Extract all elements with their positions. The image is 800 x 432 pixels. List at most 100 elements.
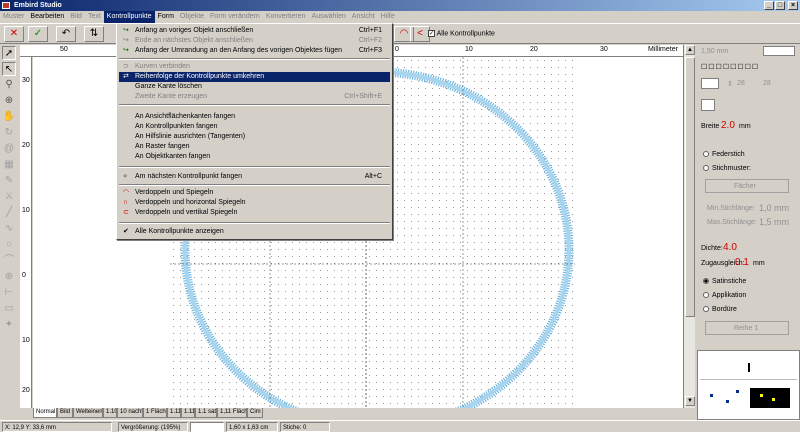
menu-item-label: Verdoppeln und Spiegeln xyxy=(135,189,214,196)
menu-bearbeiten[interactable]: Bearbeiten xyxy=(27,11,67,23)
eraser-icon[interactable]: ▭ xyxy=(2,302,16,316)
tab-normal[interactable]: Normal xyxy=(33,408,57,418)
ruler-h-label: 10 xyxy=(465,46,473,53)
menu-objekte[interactable]: Objekte xyxy=(177,11,207,23)
tab-welteinen[interactable]: Welteinen xyxy=(73,408,103,418)
menu-hilfe[interactable]: Hilfe xyxy=(378,11,398,23)
checkbox-icon[interactable]: ✓ xyxy=(428,30,435,37)
style-toggle-row[interactable]: ☐☐☐☐☐☐☐☐ xyxy=(701,63,759,71)
menu-item-snap-grid[interactable]: An Raster fangen xyxy=(119,142,390,152)
arc-right-icon[interactable]: < xyxy=(410,26,430,42)
menu-item-align-guide[interactable]: An Hilfslinie ausrichten (Tangenten) xyxy=(119,132,390,142)
applikation-radio[interactable] xyxy=(703,292,709,299)
cancel-icon[interactable]: ✕ xyxy=(4,26,24,42)
tab-item[interactable]: 1.10 xyxy=(103,408,117,418)
select-arrow-icon[interactable]: ➚ xyxy=(2,46,16,60)
scroll-up-icon[interactable]: ▲ xyxy=(685,45,695,55)
line-icon[interactable]: ╱ xyxy=(2,206,16,220)
all-points-toggle[interactable]: ✓ Alle Kontrollpunkte xyxy=(428,30,495,37)
tab-item[interactable]: 1.1 satt xyxy=(195,408,217,418)
magic-icon[interactable]: ✦ xyxy=(2,318,16,332)
menu-item-snap-view[interactable]: An Ansichtflächenkanten fangen xyxy=(119,112,390,122)
tab-item[interactable]: 1 Fläche xyxy=(143,408,167,418)
mirror-v-icon: ⊂ xyxy=(123,209,129,216)
minimize-icon[interactable]: _ xyxy=(764,1,774,10)
menu-item-label: Reihenfolge der Kontrollpunkte umkehren xyxy=(135,73,265,80)
menu-text[interactable]: Text xyxy=(85,11,104,23)
zoom-area-icon[interactable]: ⊕ xyxy=(2,94,16,108)
tab-item[interactable]: 1.11 xyxy=(167,408,181,418)
menu-item-second-edge[interactable]: Zweite Kante erzeugen Ctrl+Shift+E xyxy=(119,92,390,102)
menu-item-connect-curves[interactable]: ⊃ Kurven verbinden xyxy=(119,62,390,72)
max-stitch-value[interactable]: 1,5 mm xyxy=(759,217,789,227)
dichte-value[interactable]: 4.0 xyxy=(723,242,737,253)
tab-item[interactable]: 1.11 xyxy=(181,408,195,418)
menu-item-join-next[interactable]: ↪ Ende an nächstes Objekt anschließen Ctrl… xyxy=(119,36,390,46)
tab-item[interactable]: 10 nacht xyxy=(117,408,143,418)
menu-ansicht[interactable]: Ansicht xyxy=(349,11,378,23)
pen-shape-select[interactable] xyxy=(701,78,719,89)
menu-item-snap-points[interactable]: An Kontrollpunkten fangen xyxy=(119,122,390,132)
scroll-thumb[interactable] xyxy=(685,57,695,317)
bordure-radio[interactable] xyxy=(703,306,709,313)
bezier-icon[interactable]: ⌒ xyxy=(2,254,16,268)
federstich-radio[interactable] xyxy=(703,151,709,158)
rotate-icon[interactable]: ↻ xyxy=(2,126,16,140)
breite-value[interactable]: 2.0 xyxy=(721,120,735,131)
menu-item-mirror[interactable]: ◠ Verdoppeln und Spiegeln xyxy=(119,188,390,198)
undo-icon[interactable]: ↶ xyxy=(56,26,76,42)
menu-form[interactable]: Form xyxy=(155,11,177,23)
tab-item[interactable]: 1,11 Fläche xyxy=(217,408,247,418)
row-select[interactable]: Reihe 1 xyxy=(705,321,789,335)
menu-bild[interactable]: Bild xyxy=(67,11,85,23)
menu-item-mirror-h[interactable]: ∩ Verdoppeln und horizontal Spiegeln xyxy=(119,198,390,208)
menu-item-reverse-order[interactable]: ⇄ Reihenfolge der Kontrollpunkte umkehren xyxy=(119,72,390,82)
menu-item-mirror-v[interactable]: ⊂ Verdoppeln und vertikal Spiegeln xyxy=(119,208,390,218)
spiral-icon[interactable]: @ xyxy=(2,142,16,156)
menu-item-snap-edges[interactable]: An Objektkanten fangen xyxy=(119,152,390,162)
confirm-icon[interactable]: ✓ xyxy=(28,26,48,42)
menu-item-show-all-points[interactable]: ✔ Alle Kontrollpunkte anzeigen xyxy=(119,227,390,237)
curve-tool-icon[interactable]: ∿ xyxy=(2,222,16,236)
satinstiche-radio[interactable] xyxy=(703,278,709,285)
dichte-label: Dichte: xyxy=(701,245,723,252)
fill-icon[interactable]: ▦ xyxy=(2,158,16,172)
menu-item-label: Alle Kontrollpunkte anzeigen xyxy=(135,228,224,235)
menu-kontrollpunkte[interactable]: Kontrollpunkte xyxy=(103,11,155,23)
menu-konvertieren[interactable]: Konvertieren xyxy=(263,11,309,23)
preview-dot xyxy=(710,394,713,397)
ruler-tool-icon[interactable]: ⊢ xyxy=(2,286,16,300)
stichmuster-radio[interactable] xyxy=(703,165,709,172)
menu-form-veraendern[interactable]: Form verändern xyxy=(207,11,263,23)
circle-tool-icon[interactable]: ○ xyxy=(2,238,16,252)
close-icon[interactable]: × xyxy=(788,1,798,10)
tab-bild[interactable]: Bild xyxy=(57,408,73,418)
tab-item[interactable]: Cim xyxy=(247,408,263,418)
status-zoom: Vergrößerung: (195%) xyxy=(118,422,188,432)
vertical-scrollbar[interactable]: ▲ ▼ xyxy=(683,45,695,408)
max-stitch-label: Max.Stichlänge: xyxy=(707,219,757,226)
hand-icon[interactable]: ✋ xyxy=(2,110,16,124)
crosshair-icon[interactable]: ⊕ xyxy=(2,270,16,284)
menu-auswaehlen[interactable]: Auswählen xyxy=(309,11,349,23)
menu-item-delete-edge[interactable]: Ganze Kante löschen xyxy=(119,82,390,92)
zugausgleich-value[interactable]: 0.1 xyxy=(735,257,749,268)
size-select[interactable] xyxy=(763,46,795,56)
zoom-icon[interactable]: ⚲ xyxy=(2,78,16,92)
pattern-select[interactable]: Fächer xyxy=(705,179,789,193)
min-stitch-value[interactable]: 1,0 mm xyxy=(759,203,789,213)
menu-item-join-previous[interactable]: ↪ Anfang an voriges Objekt anschließen Ctr… xyxy=(119,26,390,36)
maximize-icon[interactable]: □ xyxy=(775,1,785,10)
redo-icon[interactable]: ⇅ xyxy=(84,26,104,42)
stitch-type-icon[interactable] xyxy=(701,99,715,111)
scroll-down-icon[interactable]: ▼ xyxy=(685,396,695,406)
menu-muster[interactable]: Muster xyxy=(0,11,27,23)
menu-separator xyxy=(119,184,390,186)
knife-icon[interactable]: ⚔ xyxy=(2,190,16,204)
pen-icon[interactable]: ✎ xyxy=(2,174,16,188)
preview-marker xyxy=(748,363,750,372)
menu-item-snap-nearest[interactable]: ⋄ Am nächsten Kontrollpunkt fangen Alt+C xyxy=(119,172,390,182)
menu-item-shortcut: Ctrl+F1 xyxy=(358,27,382,34)
node-edit-icon[interactable]: ↖ xyxy=(2,62,16,76)
menu-item-join-outline[interactable]: ↪ Anfang der Umrandung an den Anfang des … xyxy=(119,46,390,56)
